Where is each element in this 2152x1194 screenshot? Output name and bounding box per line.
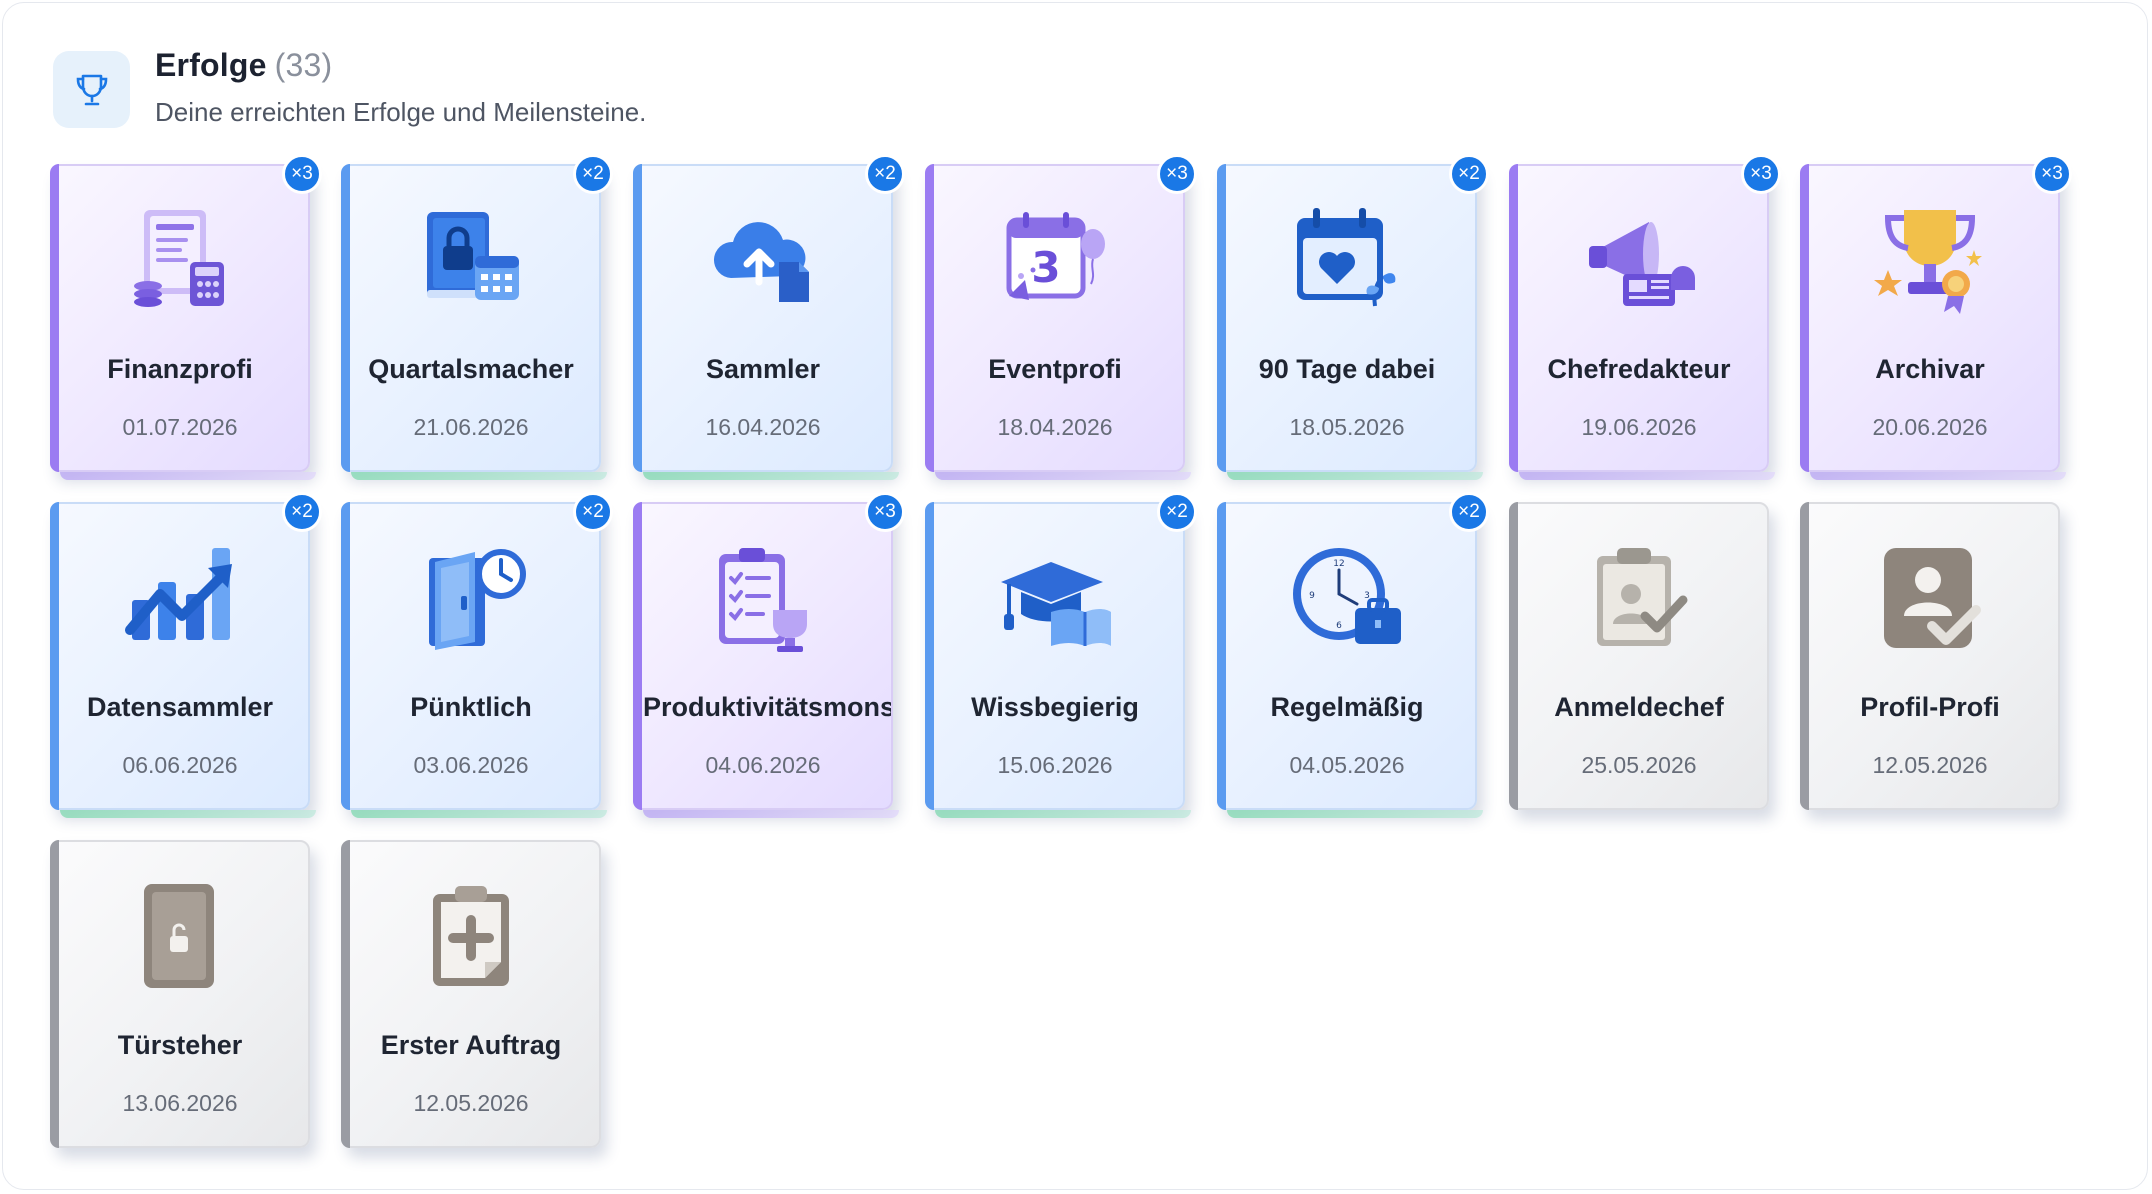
achievement-date: 12.05.2026: [1872, 752, 1988, 778]
achievement-date: 01.07.2026: [122, 414, 238, 440]
achievement-date: 12.05.2026: [413, 1090, 529, 1116]
achievement-card[interactable]: Quartalsmacher 21.06.2026 ×2: [341, 154, 613, 480]
receipt-icon: [120, 200, 240, 320]
svg-text:3: 3: [1031, 243, 1060, 292]
achievement-name: Pünktlich: [410, 692, 532, 722]
achievement-date: 04.06.2026: [705, 752, 821, 778]
door-lock-icon: [120, 876, 240, 996]
event-calendar-icon: 3: [995, 200, 1115, 320]
achievement-date: 19.06.2026: [1581, 414, 1697, 440]
achievement-date: 03.06.2026: [413, 752, 529, 778]
achievement-card[interactable]: Wissbegierig 15.06.2026 ×2: [925, 492, 1197, 818]
achievement-date: 20.06.2026: [1872, 414, 1988, 440]
achievement-date: 16.04.2026: [705, 414, 821, 440]
achievement-card[interactable]: Finanzprofi 01.07.2026 ×3: [50, 154, 322, 480]
achievement-card[interactable]: 90 Tage dabei 18.05.2026 ×2: [1217, 154, 1489, 480]
calendar-heart-icon: [1287, 200, 1407, 320]
section-title-text: Erfolge: [155, 47, 267, 83]
achievement-card[interactable]: Pünktlich 03.06.2026 ×2: [341, 492, 613, 818]
achievement-name: Chefredakteur: [1547, 354, 1731, 384]
trophy-award-icon: [1870, 200, 1990, 320]
clock-briefcase-icon: 12 3 6 9: [1287, 538, 1407, 658]
multiplier-badge: ×3: [282, 154, 322, 194]
svg-text:12: 12: [1333, 559, 1344, 569]
section-subtitle: Deine erreichten Erfolge und Meilenstein…: [155, 97, 647, 127]
clipboard-plus-icon: [411, 876, 531, 996]
achievement-card[interactable]: Produktivitätsmonster 04.06.2026 ×3: [633, 492, 905, 818]
achievement-card[interactable]: Türsteher 13.06.2026: [50, 840, 310, 1148]
achievement-card[interactable]: Anmeldechef 25.05.2026: [1509, 502, 1769, 810]
multiplier-badge: ×2: [1449, 154, 1489, 194]
achievement-date: 25.05.2026: [1581, 752, 1697, 778]
achievement-name: Produktivitätsmonster: [643, 692, 891, 722]
multiplier-badge: ×3: [1157, 154, 1197, 194]
megaphone-icon: [1579, 200, 1699, 320]
locked-book-calendar-icon: [411, 200, 531, 320]
multiplier-badge: ×2: [282, 492, 322, 532]
clipboard-user-check-icon: [1579, 538, 1699, 658]
section-title: Erfolge (33): [155, 47, 332, 84]
trend-chart-icon: [120, 538, 240, 658]
multiplier-badge: ×3: [1741, 154, 1781, 194]
achievement-name: Datensammler: [86, 692, 274, 722]
achievement-card[interactable]: Chefredakteur 19.06.2026 ×3: [1509, 154, 1781, 480]
achievement-name: Profil-Profi: [1860, 692, 2000, 722]
achievement-card[interactable]: 3 Eventprofi 18.04.2026 ×3: [925, 154, 1197, 480]
achievement-name: Regelmäßig: [1270, 692, 1424, 722]
achievement-card[interactable]: 12 3 6 9 Regelmäßig 04.05.2026 ×2: [1217, 492, 1489, 818]
achievement-name: 90 Tage dabei: [1258, 354, 1436, 384]
svg-text:6: 6: [1336, 621, 1342, 631]
trophy-icon: [53, 51, 130, 128]
cloud-upload-icon: [703, 200, 823, 320]
achievement-card[interactable]: Datensammler 06.06.2026 ×2: [50, 492, 322, 818]
achievement-name: Türsteher: [117, 1030, 243, 1060]
profile-check-icon: [1870, 538, 1990, 658]
achievement-date: 13.06.2026: [122, 1090, 238, 1116]
achievement-name: Finanzprofi: [107, 354, 253, 384]
achievement-date: 21.06.2026: [413, 414, 529, 440]
graduation-cap-icon: [995, 538, 1115, 658]
achievement-card[interactable]: Sammler 16.04.2026 ×2: [633, 154, 905, 480]
achievement-date: 06.06.2026: [122, 752, 238, 778]
achievement-name: Quartalsmacher: [368, 354, 574, 384]
door-clock-icon: [411, 538, 531, 658]
achievement-name: Erster Auftrag: [380, 1030, 562, 1060]
achievement-name: Wissbegierig: [971, 692, 1139, 722]
achievement-date: 18.05.2026: [1289, 414, 1405, 440]
multiplier-badge: ×3: [2032, 154, 2072, 194]
multiplier-badge: ×2: [573, 154, 613, 194]
multiplier-badge: ×2: [1157, 492, 1197, 532]
multiplier-badge: ×2: [1449, 492, 1489, 532]
multiplier-badge: ×2: [865, 154, 905, 194]
achievement-date: 15.06.2026: [997, 752, 1113, 778]
achievement-name: Anmeldechef: [1554, 692, 1724, 722]
achievement-date: 04.05.2026: [1289, 752, 1405, 778]
achievement-card[interactable]: Archivar 20.06.2026 ×3: [1800, 154, 2072, 480]
achievement-name: Sammler: [705, 354, 821, 384]
clipboard-trophy-icon: [703, 538, 823, 658]
achievement-name: Eventprofi: [988, 354, 1122, 384]
svg-text:9: 9: [1309, 591, 1315, 601]
achievement-date: 18.04.2026: [997, 414, 1113, 440]
multiplier-badge: ×2: [573, 492, 613, 532]
achievement-card[interactable]: Profil-Profi 12.05.2026: [1800, 502, 2060, 810]
achievement-count: (33): [274, 47, 333, 83]
achievement-name: Archivar: [1875, 354, 1985, 384]
achievement-card[interactable]: Erster Auftrag 12.05.2026: [341, 840, 601, 1148]
multiplier-badge: ×3: [865, 492, 905, 532]
